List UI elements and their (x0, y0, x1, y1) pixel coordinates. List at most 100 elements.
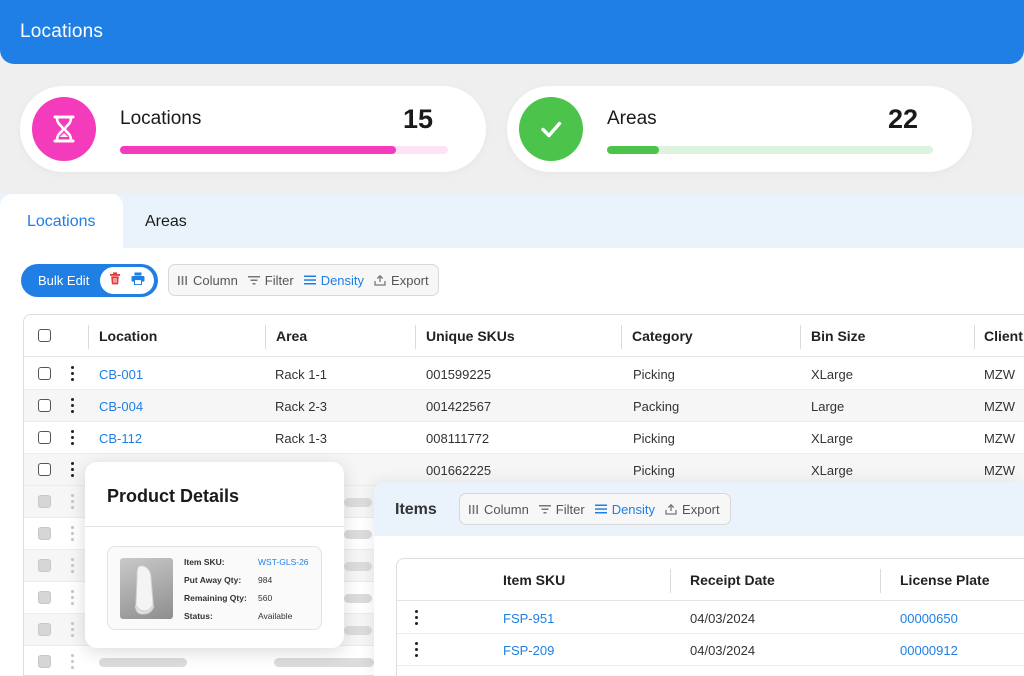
row-checkbox[interactable] (38, 399, 51, 412)
placeholder-bar (344, 626, 372, 635)
table-row[interactable]: FSP-951 04/03/2024 00000650 (397, 602, 1024, 634)
status-label: Status: (184, 611, 213, 621)
items-table-header: Item SKU Receipt Date License Plate (397, 559, 1024, 601)
column-separator (974, 325, 975, 349)
items-panel: Items Column Filter Density Export Item … (374, 482, 1024, 676)
grid-toolbar: Column Filter Density Export (168, 264, 439, 296)
filter-button[interactable]: Filter (247, 272, 294, 288)
remaining-label: Remaining Qty: (184, 593, 247, 603)
density-icon (303, 275, 316, 285)
select-all-checkbox[interactable] (38, 329, 51, 342)
row-checkbox (38, 655, 51, 668)
client-cell: MZW (984, 367, 1016, 382)
filter-icon (247, 276, 260, 285)
export-icon (374, 274, 386, 286)
bin-size-cell: Large (811, 399, 845, 414)
row-menu-icon (70, 654, 74, 669)
column-header-bin-size[interactable]: Bin Size (811, 328, 865, 344)
row-menu-icon[interactable] (70, 366, 74, 381)
product-details-card: Product Details Item SKU: WST-GLS-26 Put… (85, 462, 344, 648)
put-away-value: 984 (258, 575, 273, 585)
license-plate-link[interactable]: 00000650 (900, 611, 958, 626)
filter-button[interactable]: Filter (538, 502, 585, 517)
export-button[interactable]: Export (665, 502, 720, 517)
item-sku-link[interactable]: FSP-951 (503, 611, 554, 626)
row-checkbox[interactable] (38, 463, 51, 476)
density-button[interactable]: Density (594, 501, 656, 517)
column-header-unique-skus[interactable]: Unique SKUs (426, 328, 515, 344)
remaining-value: 560 (258, 593, 273, 603)
row-menu-icon[interactable] (70, 430, 74, 445)
progress-fill-locations (120, 146, 396, 154)
skus-cell: 001599225 (426, 367, 492, 382)
row-menu-icon[interactable] (414, 610, 418, 625)
client-cell: MZW (984, 463, 1016, 478)
table-row[interactable]: CB-001 Rack 1-1 001599225 Picking XLarge… (24, 358, 1024, 390)
row-checkbox[interactable] (38, 431, 51, 444)
status-value: Available (258, 611, 293, 621)
column-header-location[interactable]: Location (99, 328, 157, 344)
location-link[interactable]: CB-112 (99, 431, 142, 446)
row-menu-icon[interactable] (414, 642, 418, 657)
column-header-item-sku[interactable]: Item SKU (503, 572, 565, 588)
row-menu-icon[interactable] (70, 462, 74, 477)
receipt-date-cell: 04/03/2024 (690, 643, 756, 658)
columns-icon (469, 504, 478, 514)
column-button[interactable]: Column (468, 502, 529, 517)
column-label: Column (193, 272, 238, 288)
category-cell: Picking (633, 367, 675, 382)
column-button[interactable]: Column (177, 273, 238, 288)
column-header-license-plate[interactable]: License Plate (900, 572, 990, 588)
skus-cell: 001662225 (426, 463, 492, 478)
placeholder-bar (344, 498, 372, 507)
density-button[interactable]: Density (303, 272, 365, 288)
column-label: Column (484, 501, 529, 517)
export-button[interactable]: Export (374, 273, 429, 288)
column-separator (88, 325, 89, 349)
bulk-edit-group: Bulk Edit (21, 264, 158, 297)
column-separator (265, 325, 266, 349)
category-cell: Picking (633, 463, 675, 478)
trash-icon[interactable] (109, 271, 121, 290)
column-header-category[interactable]: Category (632, 328, 693, 344)
item-sku-link[interactable]: FSP-209 (503, 643, 554, 658)
columns-icon (178, 275, 187, 285)
table-row[interactable]: CB-004 Rack 2-3 001422567 Packing Large … (24, 390, 1024, 422)
bulk-edit-button[interactable]: Bulk Edit (38, 273, 89, 288)
column-header-client[interactable]: Client (984, 328, 1023, 344)
row-menu-icon (70, 526, 74, 541)
license-plate-link[interactable]: 00000912 (900, 643, 958, 658)
checkmark-icon (519, 97, 583, 161)
row-menu-icon (70, 590, 74, 605)
location-link[interactable]: CB-001 (99, 367, 143, 382)
table-row[interactable]: FSP-209 04/03/2024 00000912 (397, 634, 1024, 666)
table-row[interactable]: CB-112 Rack 1-3 008111772 Picking XLarge… (24, 422, 1024, 454)
density-label: Density (320, 272, 365, 288)
row-menu-icon[interactable] (70, 398, 74, 413)
export-label: Export (391, 272, 429, 288)
stat-card-areas: Areas 22 (507, 86, 972, 172)
progress-bar-locations (120, 146, 448, 154)
tab-locations[interactable]: Locations (0, 194, 123, 248)
tab-areas[interactable]: Areas (118, 194, 214, 248)
density-label: Density (611, 501, 656, 517)
location-link[interactable]: CB-004 (99, 399, 143, 414)
placeholder-bar (344, 562, 372, 571)
bulk-actions (100, 267, 154, 294)
filter-label: Filter (264, 272, 294, 288)
category-cell: Packing (633, 399, 680, 414)
column-header-area[interactable]: Area (276, 328, 307, 344)
row-checkbox (38, 527, 51, 540)
placeholder-bar (344, 594, 372, 603)
printer-icon[interactable] (131, 272, 145, 290)
export-label: Export (682, 501, 720, 517)
row-checkbox (38, 591, 51, 604)
column-separator (880, 569, 881, 593)
progress-bar-areas (607, 146, 933, 154)
column-header-receipt-date[interactable]: Receipt Date (690, 572, 775, 588)
row-checkbox[interactable] (38, 367, 51, 380)
item-sku-link[interactable]: WST-GLS-26 (258, 557, 309, 567)
put-away-label: Put Away Qty: (184, 575, 242, 585)
placeholder-bar (274, 658, 374, 667)
column-separator (800, 325, 801, 349)
